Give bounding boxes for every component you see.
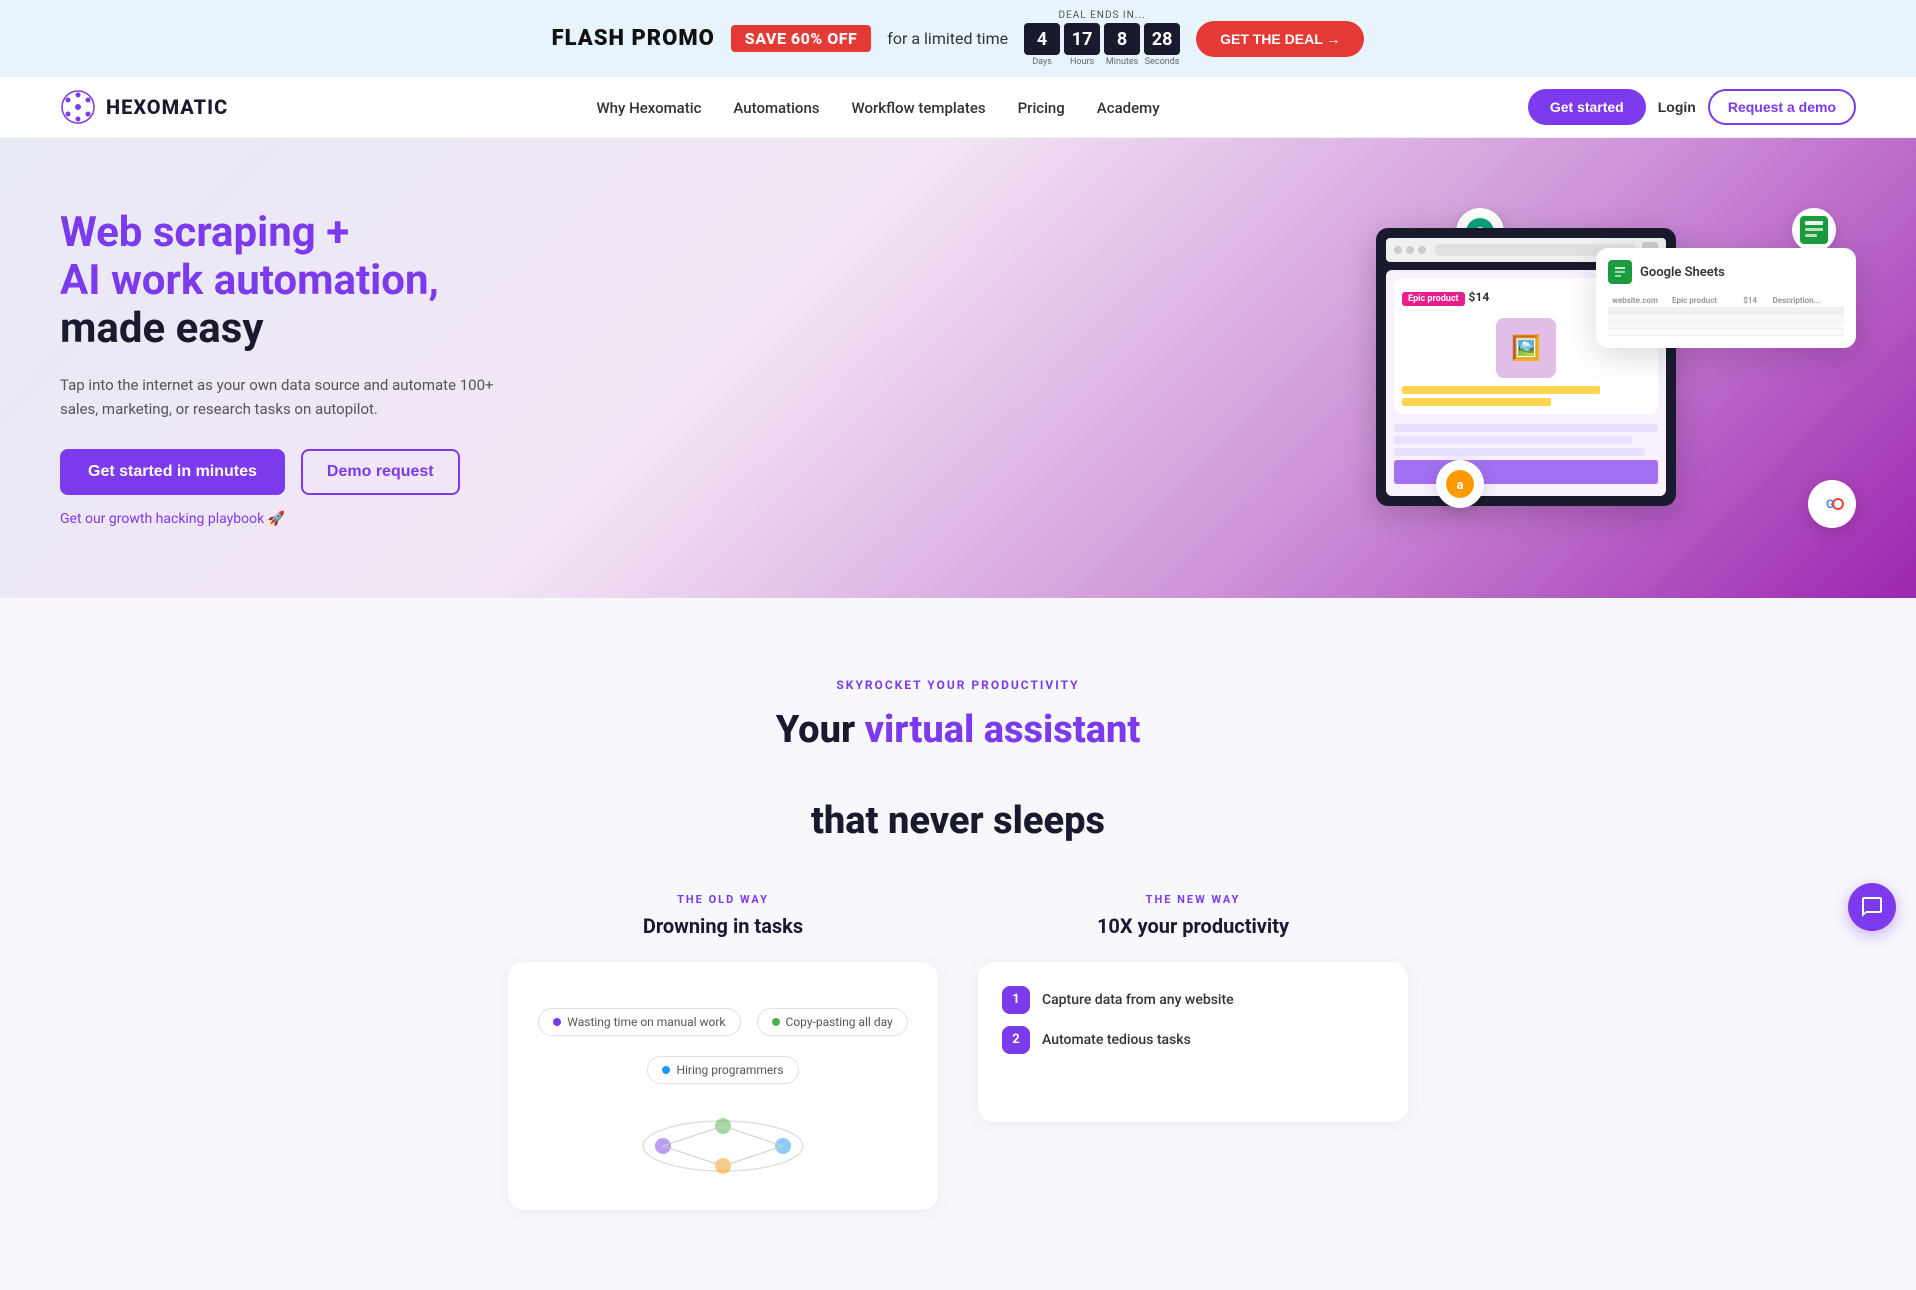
timer-days: 4 Days [1024,23,1060,67]
timer-minutes: 8 Minutes [1104,23,1140,67]
table-row [1608,322,1844,329]
svg-text:a: a [1457,478,1464,493]
banner-for-text: for a limited time [887,29,1008,48]
days-value: 4 [1024,23,1060,55]
browser-dot-3 [1418,246,1426,254]
timer-hours: 17 Hours [1064,23,1100,67]
timer-seconds: 28 Seconds [1144,23,1180,67]
nav-item-why[interactable]: Why Hexomatic [596,99,701,117]
old-way-col: THE OLD WAY Drowning in tasks Wasting ti… [508,893,938,1210]
feature-num-1: 1 [1002,986,1030,1014]
feature-item-1: 1 Capture data from any website [1002,986,1384,1014]
new-way-col: THE NEW WAY 10X your productivity 1 Capt… [978,893,1408,1210]
nav-item-automations[interactable]: Automations [733,99,819,117]
nav-get-started-button[interactable]: Get started [1528,89,1646,125]
nav-login-button[interactable]: Login [1658,99,1696,115]
hero-cta-primary-button[interactable]: Get started in minutes [60,449,285,495]
bar-2 [1402,398,1551,406]
logo-text: HEXOMATIC [106,95,228,119]
hero-buttons: Get started in minutes Demo request [60,449,580,495]
comparison-grid: THE OLD WAY Drowning in tasks Wasting ti… [508,893,1408,1210]
amazon-icon: a [1436,460,1484,508]
nav-item-academy[interactable]: Academy [1097,99,1160,117]
col-product: Epic product [1668,294,1739,308]
task-chip-1: Wasting time on manual work [538,1008,740,1036]
new-way-tag: THE NEW WAY [978,893,1408,906]
feature-num-2: 2 [1002,1026,1030,1054]
sheets-mockup: Google Sheets website.com Epic product $… [1596,248,1856,348]
days-label: Days [1032,57,1052,67]
hero-subtitle: Tap into the internet as your own data s… [60,373,500,421]
navbar: HEXOMATIC Why Hexomatic Automations Work… [0,77,1916,138]
nav-actions: Get started Login Request a demo [1528,89,1856,125]
bar-1 [1402,386,1600,394]
product-price: $14 [1469,290,1490,304]
old-way-heading: Drowning in tasks [508,914,938,938]
productivity-tag: SKYROCKET YOUR PRODUCTIVITY [60,678,1856,692]
feature-text-2: Automate tedious tasks [1042,1032,1191,1048]
sheets-header: Google Sheets [1608,260,1844,284]
hero-title-line2: AI work automation, [60,256,439,305]
google-sheets-float-icon [1792,208,1836,252]
google-icon: G [1808,480,1856,528]
timer-boxes: 4 Days 17 Hours 8 Minutes 28 Seconds [1024,23,1180,67]
hours-value: 17 [1064,23,1100,55]
sheets-table: website.com Epic product $14 Description… [1608,294,1844,336]
logo[interactable]: HEXOMATIC [60,89,228,125]
nav-links: Why Hexomatic Automations Workflow templ… [596,98,1159,117]
product-image: 🖼️ [1496,318,1556,378]
hours-label: Hours [1070,57,1094,67]
browser-dots [1394,246,1426,254]
new-way-heading: 10X your productivity [978,914,1408,938]
task-chip-2: Copy-pasting all day [757,1008,908,1036]
productivity-section: SKYROCKET YOUR PRODUCTIVITY Your virtual… [0,598,1916,1290]
col-price: $14 [1739,294,1768,308]
old-way-tag: THE OLD WAY [508,893,938,906]
save-badge: SAVE 60% OFF [731,25,871,52]
browser-dot-1 [1394,246,1402,254]
hero-section: Web scraping + AI work automation, made … [0,138,1916,598]
seconds-label: Seconds [1145,57,1180,67]
get-deal-button[interactable]: GET THE DEAL → [1196,21,1364,57]
feature-item-2: 2 Automate tedious tasks [1002,1026,1384,1054]
new-way-visual: 1 Capture data from any website 2 Automa… [978,962,1408,1122]
col-desc: Description... [1769,294,1845,308]
flash-promo-text: FLASH PROMO [552,26,715,51]
hero-title: Web scraping + AI work automation, made … [60,209,580,354]
old-way-chart [623,1106,823,1186]
nav-item-workflow[interactable]: Workflow templates [852,99,986,117]
feature-text-1: Capture data from any website [1042,992,1234,1008]
logo-icon [60,89,96,125]
table-row [1608,329,1844,336]
deal-ends-label: DEAL ENDS IN... [1058,10,1145,21]
nav-request-demo-button[interactable]: Request a demo [1708,89,1856,125]
table-row [1608,315,1844,322]
seconds-value: 28 [1144,23,1180,55]
hero-illustration: G Epic product $14 [1376,208,1856,528]
hero-title-line3: made easy [60,304,264,353]
old-way-visual: Wasting time on manual work Copy-pasting… [508,962,938,1210]
table-row [1608,308,1844,315]
product-bars [1402,386,1650,406]
deal-timer: DEAL ENDS IN... 4 Days 17 Hours 8 Minute… [1024,10,1180,67]
chat-icon [1860,895,1884,919]
task-chip-3: Hiring programmers [647,1056,798,1084]
col-website: website.com [1608,294,1668,308]
hero-left: Web scraping + AI work automation, made … [60,209,580,528]
browser-dot-2 [1406,246,1414,254]
minutes-value: 8 [1104,23,1140,55]
minutes-label: Minutes [1106,57,1138,67]
hero-right: G Epic product $14 [580,198,1856,538]
nav-item-pricing[interactable]: Pricing [1018,99,1065,117]
sheets-icon [1608,260,1632,284]
product-badge: Epic product [1402,292,1465,306]
hero-cta-secondary-button[interactable]: Demo request [301,449,460,495]
productivity-title: Your virtual assistant that never sleeps [60,708,1856,845]
sheets-title: Google Sheets [1640,265,1725,280]
chat-bubble[interactable] [1848,883,1896,931]
top-banner: FLASH PROMO SAVE 60% OFF for a limited t… [0,0,1916,77]
hero-growth-link[interactable]: Get our growth hacking playbook 🚀 [60,511,580,527]
hero-title-line1: Web scraping + [60,208,349,257]
